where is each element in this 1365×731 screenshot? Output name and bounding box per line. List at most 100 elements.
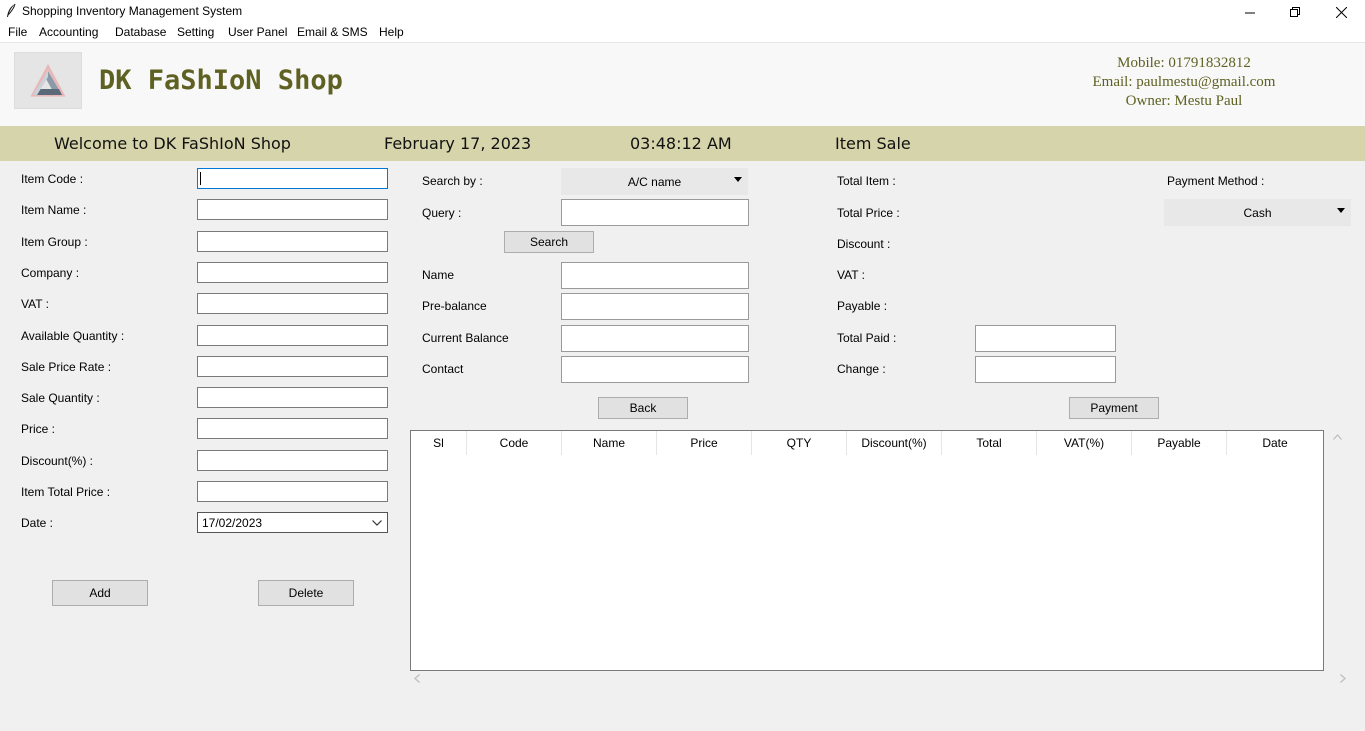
- column-header-sl[interactable]: Sl: [411, 431, 467, 455]
- window-footer: [0, 684, 1365, 731]
- column-header-code[interactable]: Code: [467, 431, 562, 455]
- payment-method-label: Payment Method :: [1167, 174, 1265, 188]
- available-quantity-label: Available Quantity :: [21, 329, 125, 343]
- available-quantity-input[interactable]: [197, 325, 388, 346]
- menu-user-panel[interactable]: User Panel: [228, 25, 287, 39]
- info-banner: Welcome to DK FaShIoN Shop February 17, …: [0, 126, 1365, 161]
- current-date: February 17, 2023: [384, 134, 532, 153]
- shop-email: Email: paulmestu@gmail.com: [1092, 74, 1276, 90]
- discount-total-label: Discount :: [837, 237, 891, 251]
- section-title: Item Sale: [835, 134, 911, 153]
- current-balance-label: Current Balance: [422, 331, 509, 345]
- price-input[interactable]: [197, 418, 388, 439]
- menu-accounting[interactable]: Accounting: [39, 25, 98, 39]
- scroll-up-icon[interactable]: [1333, 434, 1342, 440]
- close-icon: [1335, 6, 1347, 18]
- item-code-label: Item Code :: [21, 172, 84, 186]
- query-label: Query :: [422, 206, 462, 220]
- column-header-qty[interactable]: QTY: [752, 431, 847, 455]
- delete-button[interactable]: Delete: [258, 580, 354, 606]
- dropdown-arrow-icon: [1337, 208, 1345, 213]
- scroll-right-icon[interactable]: [1340, 674, 1346, 683]
- payment-method-dropdown[interactable]: Cash: [1164, 199, 1351, 226]
- item-group-input[interactable]: [197, 231, 388, 252]
- menu-help[interactable]: Help: [379, 25, 404, 39]
- column-header-vat[interactable]: VAT(%): [1037, 431, 1132, 455]
- item-code-input[interactable]: [197, 168, 388, 189]
- menu-database[interactable]: Database: [115, 25, 166, 39]
- shop-header: DK FaShIoN Shop Mobile: 01791832812 Emai…: [0, 43, 1365, 126]
- scroll-left-icon[interactable]: [414, 674, 420, 683]
- item-name-input[interactable]: [197, 199, 388, 220]
- total-item-label: Total Item :: [837, 174, 896, 188]
- dropdown-arrow-icon: [734, 177, 742, 182]
- sale-price-rate-input[interactable]: [197, 356, 388, 377]
- vertical-scrollbar[interactable]: [1325, 430, 1351, 671]
- panel-divider: [396, 161, 410, 684]
- date-label: Date :: [21, 516, 54, 530]
- add-button[interactable]: Add: [52, 580, 148, 606]
- date-value: 17/02/2023: [202, 516, 263, 530]
- company-input[interactable]: [197, 262, 388, 283]
- contact-input[interactable]: [561, 356, 749, 383]
- search-by-label: Search by :: [422, 174, 483, 188]
- shop-mobile: Mobile: 01791832812: [1117, 55, 1251, 71]
- current-time: 03:48:12 AM: [630, 134, 732, 153]
- current-balance-input[interactable]: [561, 325, 749, 352]
- shop-owner: Owner: Mestu Paul: [1125, 93, 1243, 109]
- vat-input[interactable]: [197, 293, 388, 314]
- back-button[interactable]: Back: [598, 397, 688, 419]
- query-input[interactable]: [561, 199, 749, 226]
- payable-label: Payable :: [837, 299, 888, 313]
- menu-email-sms[interactable]: Email & SMS: [297, 25, 368, 39]
- minimize-button[interactable]: [1227, 0, 1273, 24]
- menu-file[interactable]: File: [8, 25, 27, 39]
- payment-method-value: Cash: [1243, 205, 1272, 220]
- item-total-price-input[interactable]: [197, 481, 388, 502]
- title-bar: Shopping Inventory Management System: [0, 0, 1365, 24]
- change-input[interactable]: [975, 356, 1116, 383]
- column-header-price[interactable]: Price: [657, 431, 752, 455]
- close-button[interactable]: [1318, 0, 1364, 24]
- prebalance-label: Pre-balance: [422, 299, 487, 313]
- restore-icon: [1289, 6, 1300, 17]
- minimize-icon: [1244, 12, 1255, 13]
- discount-label: Discount(%) :: [21, 454, 94, 468]
- column-header-name[interactable]: Name: [562, 431, 657, 455]
- horizontal-scrollbar[interactable]: [410, 671, 1351, 684]
- restore-button[interactable]: [1272, 0, 1318, 24]
- item-name-label: Item Name :: [21, 203, 87, 217]
- column-header-payable[interactable]: Payable: [1132, 431, 1227, 455]
- total-paid-label: Total Paid :: [837, 331, 897, 345]
- sale-quantity-input[interactable]: [197, 387, 388, 408]
- vat-label: VAT :: [21, 297, 50, 311]
- shop-name: DK FaShIoN Shop: [99, 65, 343, 96]
- column-header-discount[interactable]: Discount(%): [847, 431, 942, 455]
- discount-input[interactable]: [197, 450, 388, 471]
- vat-total-label: VAT :: [837, 268, 866, 282]
- price-label: Price :: [21, 422, 56, 436]
- search-button[interactable]: Search: [504, 231, 594, 253]
- name-label: Name: [422, 268, 455, 282]
- search-by-dropdown[interactable]: A/C name: [561, 168, 748, 195]
- change-label: Change :: [837, 362, 886, 376]
- name-input[interactable]: [561, 262, 749, 289]
- column-header-date[interactable]: Date: [1227, 431, 1323, 455]
- item-total-price-label: Item Total Price :: [21, 485, 111, 499]
- chevron-down-icon[interactable]: [372, 520, 382, 526]
- window-title: Shopping Inventory Management System: [22, 4, 243, 18]
- payment-button[interactable]: Payment: [1069, 397, 1159, 419]
- item-group-label: Item Group :: [21, 235, 88, 249]
- total-paid-input[interactable]: [975, 325, 1116, 352]
- search-by-value: A/C name: [627, 174, 682, 189]
- sales-table[interactable]: Sl Code Name Price QTY Discount(%) Total…: [410, 430, 1324, 671]
- date-picker[interactable]: 17/02/2023: [197, 512, 388, 533]
- company-label: Company :: [21, 266, 80, 280]
- app-feather-icon: [5, 3, 17, 19]
- menu-setting[interactable]: Setting: [177, 25, 214, 39]
- sale-quantity-label: Sale Quantity :: [21, 391, 100, 405]
- column-header-total[interactable]: Total: [942, 431, 1037, 455]
- total-price-label: Total Price :: [837, 206, 900, 220]
- prebalance-input[interactable]: [561, 293, 749, 320]
- sale-price-rate-label: Sale Price Rate :: [21, 360, 112, 374]
